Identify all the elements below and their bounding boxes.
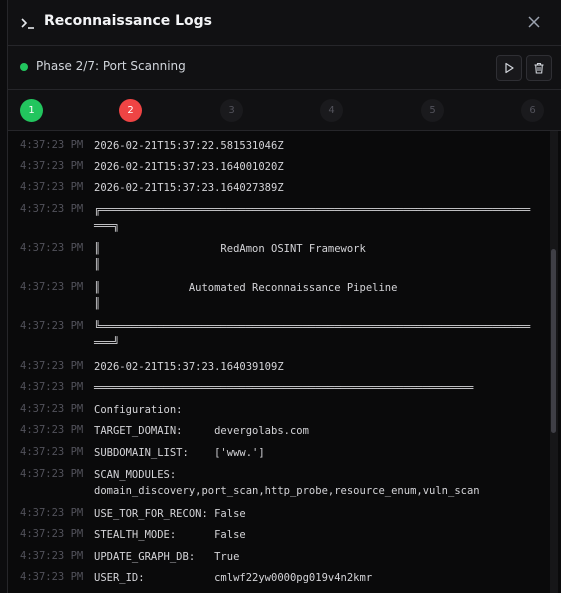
log-line: 4:37:23 PM ╚═════════════════════════════… [20,320,548,352]
log-message: SUBDOMAIN_LIST: ['www.'] [94,447,265,459]
log-timestamp: 4:37:23 PM [20,528,84,540]
log-line: 4:37:23 PM UPDATE_GRAPH_DB: True [20,550,548,566]
status-dot [20,63,28,71]
log-line: 4:37:23 PM ║ Automated Reconnaissance Pip… [20,281,548,313]
log-timestamp: 4:37:23 PM [20,160,84,172]
log-timestamp: 4:37:23 PM [20,181,84,193]
log-output[interactable]: 4:37:23 PM 2026-02-21T15:37:22.581531046Z… [8,131,561,593]
log-line: 4:37:23 PM 2026-02-21T15:37:22.581531046Z [20,139,548,155]
log-message: SCAN_MODULES: domain_discovery,port_scan… [94,469,480,497]
phase-step-4[interactable]: 4 [320,99,343,122]
scrollbar-thumb[interactable] [551,249,556,433]
log-message: ║ Automated Reconnaissance Pipeline ║ [94,282,398,310]
phase-step-2[interactable]: 2 [119,99,142,122]
log-line: 4:37:23 PM 2026-02-21T15:37:23.164027389Z [20,181,548,197]
log-message: TARGET_DOMAIN: devergolabs.com [94,425,309,437]
log-line: 4:37:23 PM USER_ID: cmlwf22yw0000pg019v4n… [20,571,548,587]
log-timestamp: 4:37:23 PM [20,360,84,372]
log-timestamp: 4:37:23 PM [20,403,84,415]
log-timestamp: 4:37:23 PM [20,139,84,151]
play-icon [505,62,514,74]
phase-step-5[interactable]: 5 [421,99,444,122]
run-button[interactable] [496,55,522,81]
panel-header: Reconnaissance Logs [8,0,561,46]
recon-logs-panel: Reconnaissance Logs Phase 2/7: Port Scan… [7,0,561,593]
trash-icon [534,62,544,74]
log-line: 4:37:23 PM 2026-02-21T15:37:23.164039109Z [20,360,548,376]
log-message: ╔═══════════════════════════════════════… [94,204,531,232]
phase-step-3[interactable]: 3 [220,99,243,122]
log-line: 4:37:23 PM ╔═════════════════════════════… [20,203,548,235]
log-timestamp: 4:37:23 PM [20,242,84,254]
log-message: STEALTH_MODE: False [94,529,246,541]
close-icon[interactable] [526,14,542,30]
phase-step-1[interactable]: 1 [20,99,43,122]
log-line: 4:37:23 PM ══════════════════════════════… [20,381,548,397]
phase-label: Phase 2/7: Port Scanning [36,59,186,73]
log-timestamp: 4:37:23 PM [20,381,84,393]
log-timestamp: 4:37:23 PM [20,446,84,458]
log-line: 4:37:23 PM TARGET_DOMAIN: devergolabs.com [20,424,548,440]
log-message: ╚═══════════════════════════════════════… [94,321,531,349]
log-timestamp: 4:37:23 PM [20,203,84,215]
log-line: 4:37:23 PM ║ RedAmon OSINT Framework ║ [20,242,548,274]
log-scrollbar[interactable] [550,131,558,593]
log-timestamp: 4:37:23 PM [20,571,84,583]
phase-bar: Phase 2/7: Port Scanning [8,46,561,90]
log-timestamp: 4:37:23 PM [20,320,84,332]
log-message: Configuration: [94,404,183,416]
log-timestamp: 4:37:23 PM [20,424,84,436]
log-message: USER_ID: cmlwf22yw0000pg019v4n2kmr [94,572,373,584]
log-message: ║ RedAmon OSINT Framework ║ [94,243,366,271]
phase-steps: 1 2 3 4 5 6 [8,90,561,131]
log-line: 4:37:23 PM Configuration: [20,403,548,419]
clear-logs-button[interactable] [526,55,552,81]
log-line: 4:37:23 PM 2026-02-21T15:37:23.164001020Z [20,160,548,176]
phase-step-6[interactable]: 6 [521,99,544,122]
log-message: ════════════════════════════════════════… [94,382,474,394]
log-timestamp: 4:37:23 PM [20,550,84,562]
page-title: Reconnaissance Logs [44,13,213,29]
log-message: USE_TOR_FOR_RECON: False [94,508,246,520]
log-line: 4:37:23 PM SUBDOMAIN_LIST: ['www.'] [20,446,548,462]
terminal-icon [21,18,34,29]
log-message: 2026-02-21T15:37:23.164039109Z [94,361,284,373]
log-line: 4:37:23 PM SCAN_MODULES: domain_discovery… [20,468,548,500]
log-timestamp: 4:37:23 PM [20,281,84,293]
log-timestamp: 4:37:23 PM [20,468,84,480]
log-message: 2026-02-21T15:37:23.164001020Z [94,161,284,173]
log-message: 2026-02-21T15:37:22.581531046Z [94,140,284,152]
log-timestamp: 4:37:23 PM [20,507,84,519]
log-message: UPDATE_GRAPH_DB: True [94,551,240,563]
log-line: 4:37:23 PM USE_TOR_FOR_RECON: False [20,507,548,523]
log-message: 2026-02-21T15:37:23.164027389Z [94,182,284,194]
log-line: 4:37:23 PM STEALTH_MODE: False [20,528,548,544]
